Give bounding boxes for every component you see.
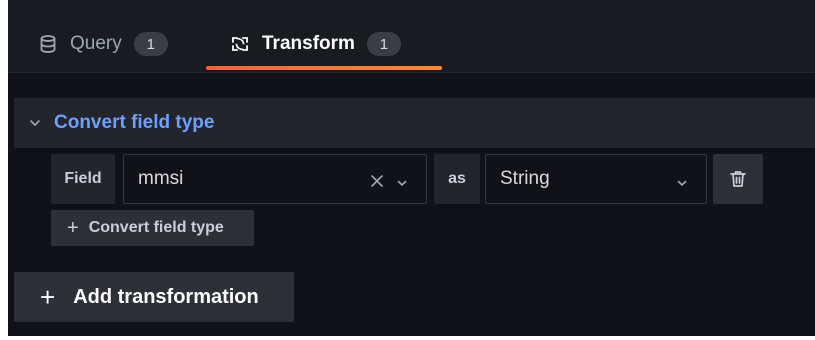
field-select-value: mmsi xyxy=(138,168,184,189)
add-transformation-button[interactable]: + Add transformation xyxy=(14,272,294,322)
transformation-header[interactable]: Convert field type xyxy=(14,98,815,148)
field-select[interactable]: mmsi xyxy=(123,154,427,204)
add-transformation-label: Add transformation xyxy=(73,285,259,308)
editor-tabs: Query 1 Transform 1 xyxy=(8,0,815,73)
type-select-value: String xyxy=(500,168,550,189)
tab-transform-label: Transform xyxy=(262,33,355,54)
tab-query-count-badge: 1 xyxy=(133,32,168,56)
add-convert-field-type-button[interactable]: + Convert field type xyxy=(51,210,254,246)
transformations-panel: Query 1 Transform 1 Convert field type F… xyxy=(8,0,815,336)
as-label: as xyxy=(434,154,480,204)
plus-icon: + xyxy=(40,282,56,312)
trash-icon xyxy=(730,171,746,187)
tab-query-label: Query xyxy=(70,33,122,54)
tab-transform-count-badge: 1 xyxy=(366,32,401,56)
active-tab-indicator xyxy=(206,66,442,70)
plus-icon: + xyxy=(67,217,79,239)
add-convert-label: Convert field type xyxy=(88,219,224,236)
chevron-down-icon xyxy=(676,173,688,187)
type-select[interactable]: String xyxy=(485,154,707,204)
tab-query[interactable]: Query 1 xyxy=(38,26,168,62)
tab-transform[interactable]: Transform 1 xyxy=(230,26,401,62)
clear-icon[interactable] xyxy=(370,172,384,187)
database-icon xyxy=(38,34,58,54)
chevron-down-icon xyxy=(396,173,408,187)
delete-button[interactable] xyxy=(713,154,763,204)
transformation-title: Convert field type xyxy=(54,112,215,133)
transform-icon xyxy=(230,34,250,54)
chevron-down-icon[interactable] xyxy=(28,116,42,130)
field-label: Field xyxy=(51,154,115,204)
